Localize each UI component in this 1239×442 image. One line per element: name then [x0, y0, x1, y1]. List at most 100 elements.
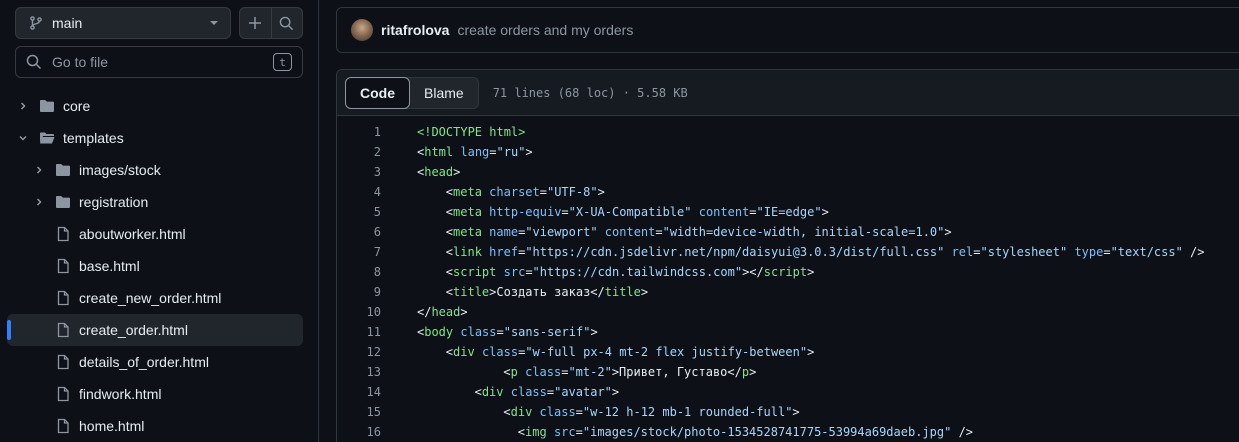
line-number[interactable]: 8: [337, 265, 381, 279]
code-token: script: [453, 265, 497, 279]
go-to-file-input[interactable]: [52, 54, 273, 70]
branch-name: main: [52, 15, 83, 31]
add-file-button[interactable]: [240, 8, 271, 38]
tree-item[interactable]: create_order.html: [7, 314, 303, 346]
code-token: "sans-serif": [503, 325, 591, 339]
code-token: >: [749, 365, 757, 379]
line-number[interactable]: 4: [337, 185, 381, 199]
code-line: 2 <html lang="ru">: [337, 142, 1239, 162]
code-token: body: [424, 325, 454, 339]
tree-item[interactable]: images/stock: [7, 154, 303, 186]
line-content: <meta name="viewport" content="width=dev…: [381, 225, 952, 239]
folder-icon: [55, 162, 71, 178]
tree-item[interactable]: base.html: [7, 250, 303, 282]
line-content: <link href = "https://cdn.jsdelivr.net/npm…: [381, 245, 1205, 259]
avatar[interactable]: [351, 19, 373, 41]
line-number[interactable]: 7: [337, 245, 381, 259]
folder-open-icon: [39, 130, 55, 146]
code-token: =: [496, 325, 504, 339]
line-number[interactable]: 3: [337, 165, 381, 179]
code-token: =: [575, 425, 583, 439]
code-line: 7 <link href = "https://cdn.jsdelivr.net/np…: [337, 242, 1239, 262]
line-number[interactable]: 12: [337, 345, 381, 359]
file-icon: [55, 258, 71, 274]
code-token: =: [1103, 245, 1111, 259]
code-token: rel: [951, 245, 974, 259]
tree-item[interactable]: home.html: [7, 410, 303, 442]
code-token: name: [489, 225, 519, 239]
code-token: <: [445, 205, 454, 219]
line-content: <div class="avatar">: [381, 385, 620, 399]
code-token: <: [445, 345, 454, 359]
line-number[interactable]: 2: [337, 145, 381, 159]
line-number[interactable]: 13: [337, 365, 381, 379]
line-content: <div class="w-full px-4 mt-2 flex justif…: [381, 345, 815, 359]
code-line: 1 <!DOCTYPE html>: [337, 122, 1239, 142]
code-line: 12 <div class="w-full px-4 mt-2 flex just…: [337, 342, 1239, 362]
code-view: 1 <!DOCTYPE html> 2 <html lang="ru"> 3 <head>…: [337, 122, 1239, 442]
code-token: =: [749, 205, 757, 219]
line-number[interactable]: 14: [337, 385, 381, 399]
line-number[interactable]: 15: [337, 405, 381, 419]
code-line: 14 <div class="avatar">: [337, 382, 1239, 402]
tree-item[interactable]: findwork.html: [7, 378, 303, 410]
code-token: =: [489, 145, 497, 159]
file-header: Code Blame 71 lines (68 loc) · 5.58 KB: [337, 70, 1239, 116]
code-token: =: [539, 185, 547, 199]
tree-item[interactable]: details_of_order.html: [7, 346, 303, 378]
code-token: img: [525, 425, 547, 439]
code-token: charset: [489, 185, 540, 199]
tab-blame[interactable]: Blame: [410, 78, 478, 108]
search-files-button[interactable]: [270, 8, 302, 38]
code-token: link: [453, 245, 482, 259]
line-number[interactable]: 11: [337, 325, 381, 339]
commit-message-link[interactable]: create orders and my orders: [457, 22, 633, 38]
chevron-down-icon: [210, 21, 218, 25]
go-to-file-field[interactable]: t: [15, 46, 303, 78]
chevron-down-icon: [15, 130, 31, 146]
file-icon: [55, 290, 71, 306]
chevron-right-icon: [31, 162, 47, 178]
tree-item[interactable]: registration: [7, 186, 303, 218]
code-token: class: [481, 345, 519, 359]
line-content: <head>: [381, 165, 460, 179]
line-number[interactable]: 1: [337, 125, 381, 139]
file-icon: [55, 226, 71, 242]
tab-code[interactable]: Code: [345, 76, 410, 109]
code-line: 5 <meta http-equiv="X-UA-Compatible" cont…: [337, 202, 1239, 222]
line-number[interactable]: 10: [337, 305, 381, 319]
code-token: div: [510, 405, 533, 419]
tree-item[interactable]: create_new_order.html: [7, 282, 303, 314]
tree-item[interactable]: core: [7, 90, 303, 122]
code-token: title: [604, 285, 641, 299]
code-token: href: [489, 245, 519, 259]
line-number[interactable]: 9: [337, 285, 381, 299]
tree-item-label: images/stock: [79, 162, 161, 178]
code-token: >: [821, 205, 829, 219]
code-line: 16 <img src="images/stock/photo-153452874…: [337, 422, 1239, 442]
line-number[interactable]: 6: [337, 225, 381, 239]
tree-item-label: core: [63, 98, 91, 114]
tree-item[interactable]: aboutworker.html: [7, 218, 303, 250]
code-token: >: [525, 145, 533, 159]
code-line: 11 <body class="sans-serif">: [337, 322, 1239, 342]
line-number[interactable]: 5: [337, 205, 381, 219]
code-token: class: [525, 365, 562, 379]
chevron-right-icon: [15, 98, 31, 114]
code-token: p: [510, 365, 518, 379]
code-token: >: [807, 265, 815, 279]
code-token: <: [503, 365, 511, 379]
latest-commit-bar: ritafrolova create orders and my orders: [336, 7, 1239, 53]
code-token: <: [517, 425, 526, 439]
commit-author-link[interactable]: ritafrolova: [381, 22, 449, 38]
code-token: </: [417, 305, 432, 319]
tree-item[interactable]: templates: [7, 122, 303, 154]
line-content: <body class="sans-serif">: [381, 325, 598, 339]
branch-selector-button[interactable]: main: [15, 7, 231, 39]
code-token: "X-UA-Compatible": [568, 205, 692, 219]
file-stats: 71 lines (68 loc) · 5.58 KB: [492, 85, 688, 100]
line-number[interactable]: 16: [337, 425, 381, 439]
